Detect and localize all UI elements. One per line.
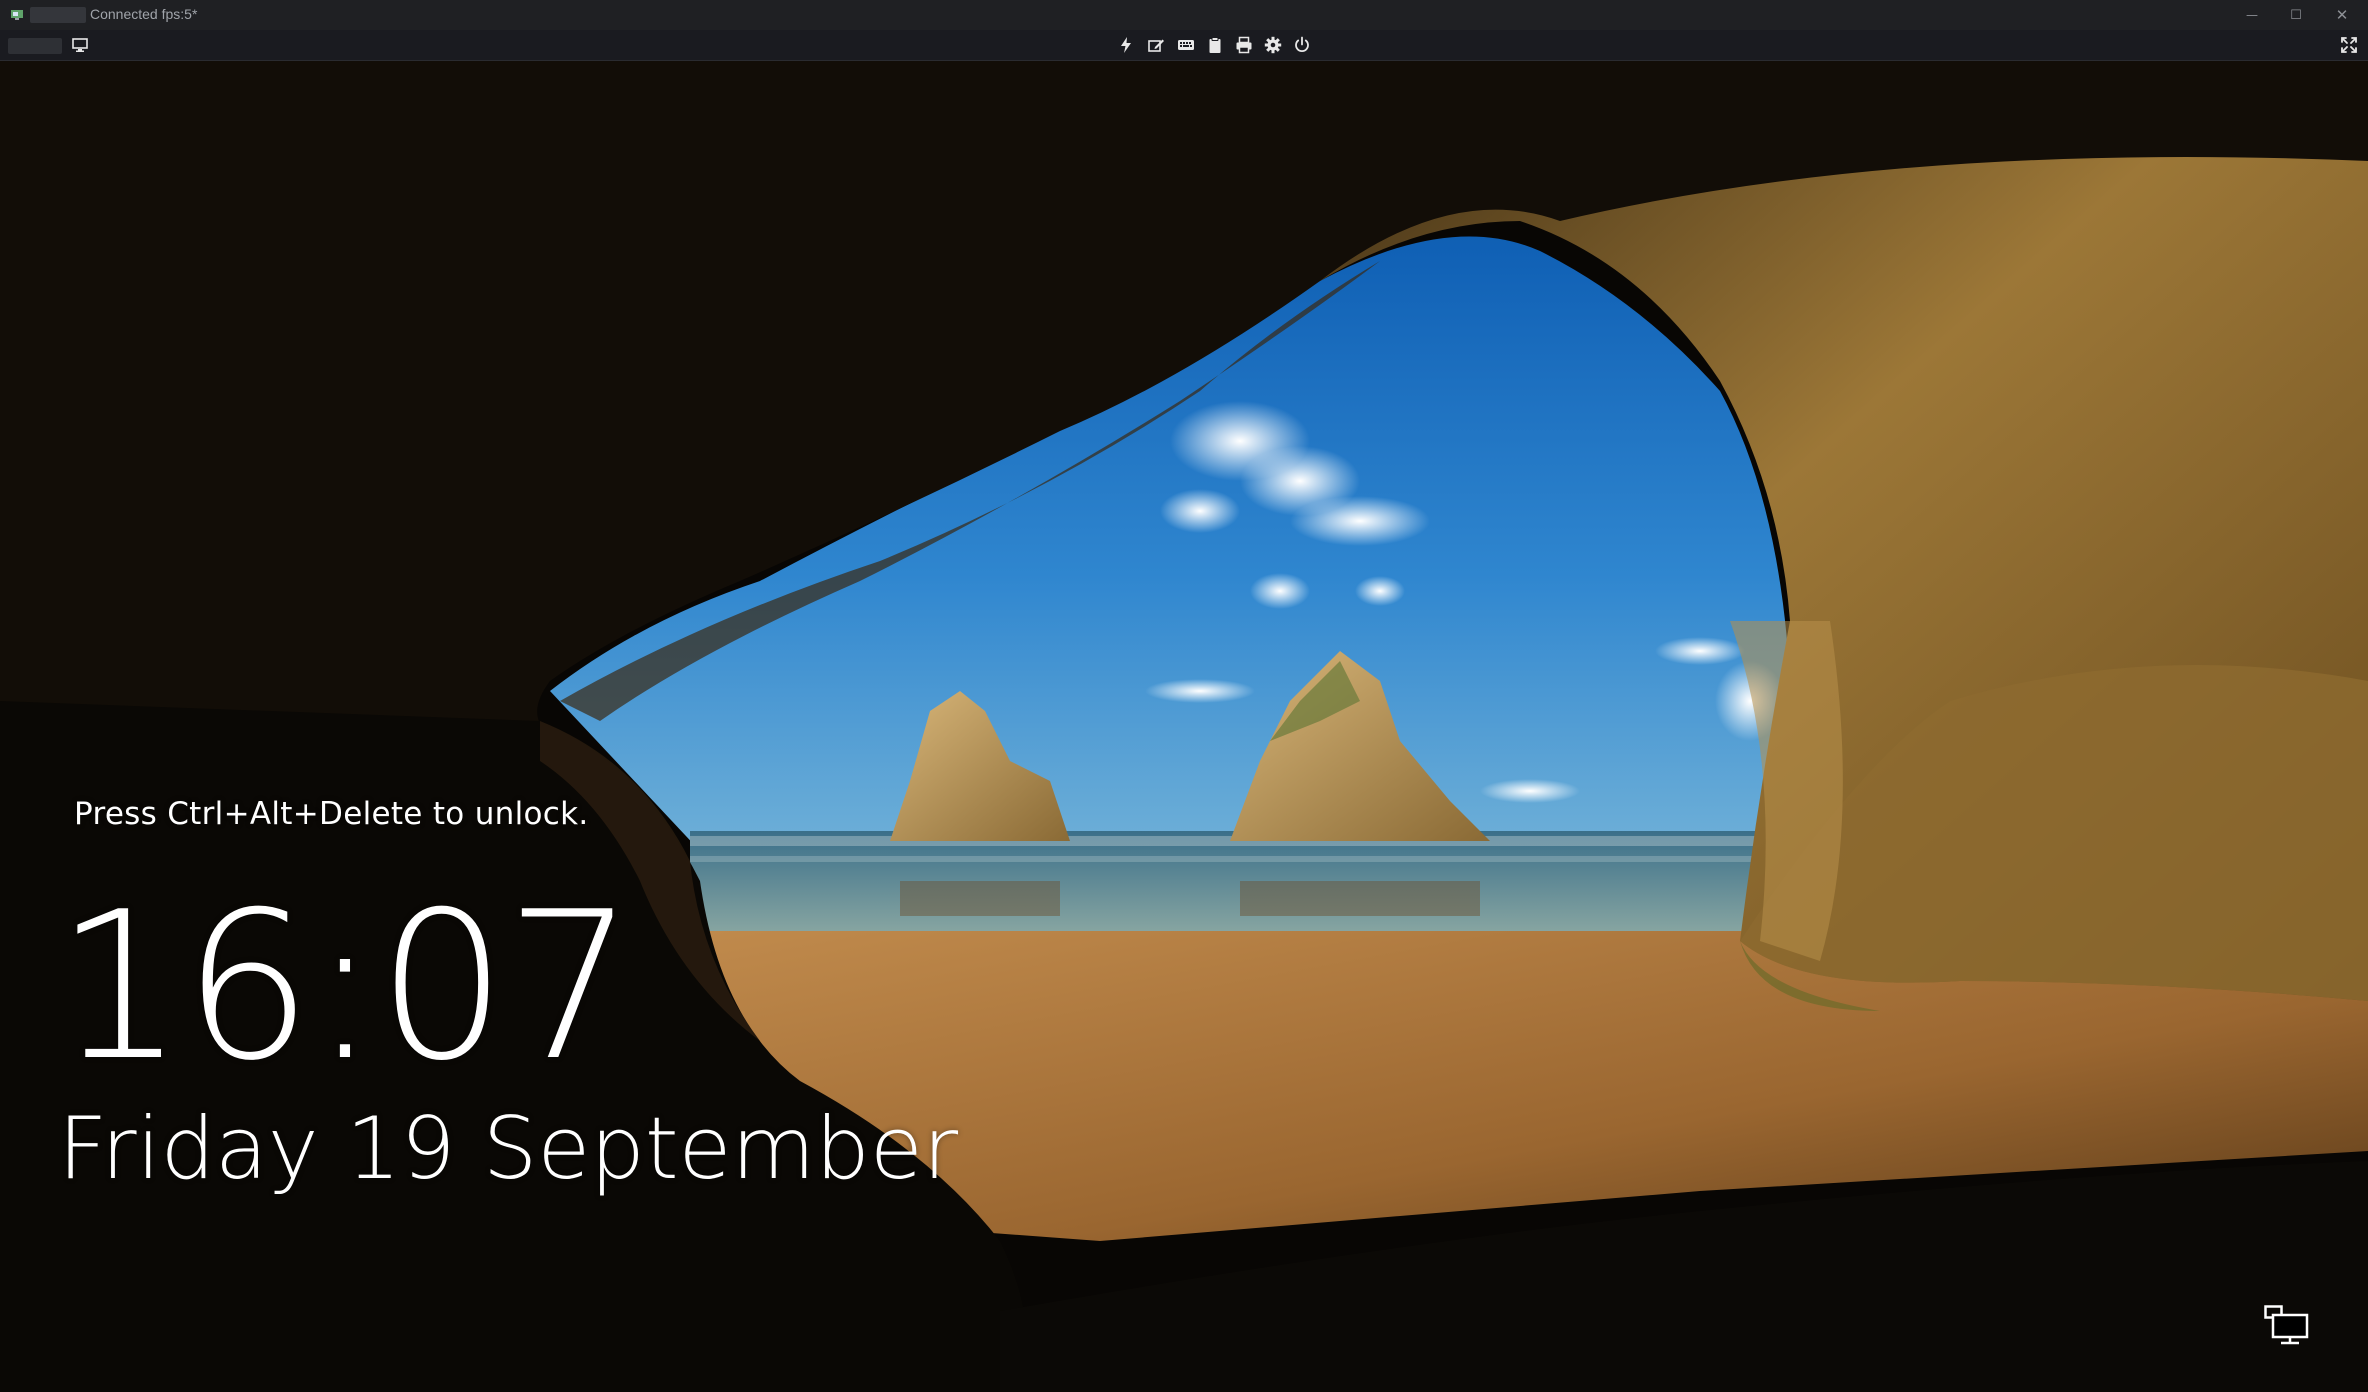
close-icon: ✕ (2335, 6, 2349, 24)
title-bar[interactable]: Connected fps:5* — ☐ ✕ (0, 0, 2368, 30)
monitor-icon (72, 38, 88, 52)
session-toolbar (0, 30, 2368, 61)
print-button[interactable] (1232, 34, 1256, 56)
unlock-hint: Press Ctrl+Alt+Delete to unlock. (74, 796, 589, 832)
gear-icon (1264, 36, 1282, 54)
network-icon[interactable] (2264, 1305, 2310, 1345)
lock-screen-time: 16:07 (55, 869, 635, 1106)
app-icon (10, 8, 24, 22)
clipboard-icon (1209, 37, 1221, 53)
quick-actions-button[interactable] (1114, 34, 1138, 56)
remote-desktop-window: Connected fps:5* — ☐ ✕ Press Ctrl+Alt+De… (0, 0, 2368, 1392)
maximize-icon: ☐ (2290, 7, 2302, 23)
power-icon (1295, 36, 1309, 52)
keyboard-button[interactable] (1174, 34, 1198, 56)
redacted-host-name (30, 7, 86, 23)
window-title: Connected fps:5* (90, 6, 198, 22)
minimize-button[interactable]: — (2230, 0, 2274, 30)
fullscreen-icon (2341, 37, 2357, 53)
lightning-icon (1121, 37, 1131, 53)
printer-icon (1236, 36, 1252, 54)
lock-screen-date: Friday 19 September (58, 1099, 959, 1199)
keyboard-icon (1178, 40, 1194, 50)
settings-button[interactable] (1261, 34, 1285, 56)
maximize-button[interactable]: ☐ (2274, 0, 2318, 30)
edit-button[interactable] (1144, 34, 1168, 56)
fullscreen-button[interactable] (2337, 34, 2361, 56)
edit-icon (1148, 39, 1164, 52)
redacted-session-label (8, 38, 62, 54)
monitor-button[interactable] (68, 34, 92, 56)
power-button[interactable] (1290, 34, 1314, 56)
close-button[interactable]: ✕ (2320, 0, 2364, 30)
remote-display[interactable]: Press Ctrl+Alt+Delete to unlock. 16:07 F… (0, 61, 2368, 1392)
minimize-icon: — (2246, 8, 2258, 22)
clipboard-button[interactable] (1203, 34, 1227, 56)
